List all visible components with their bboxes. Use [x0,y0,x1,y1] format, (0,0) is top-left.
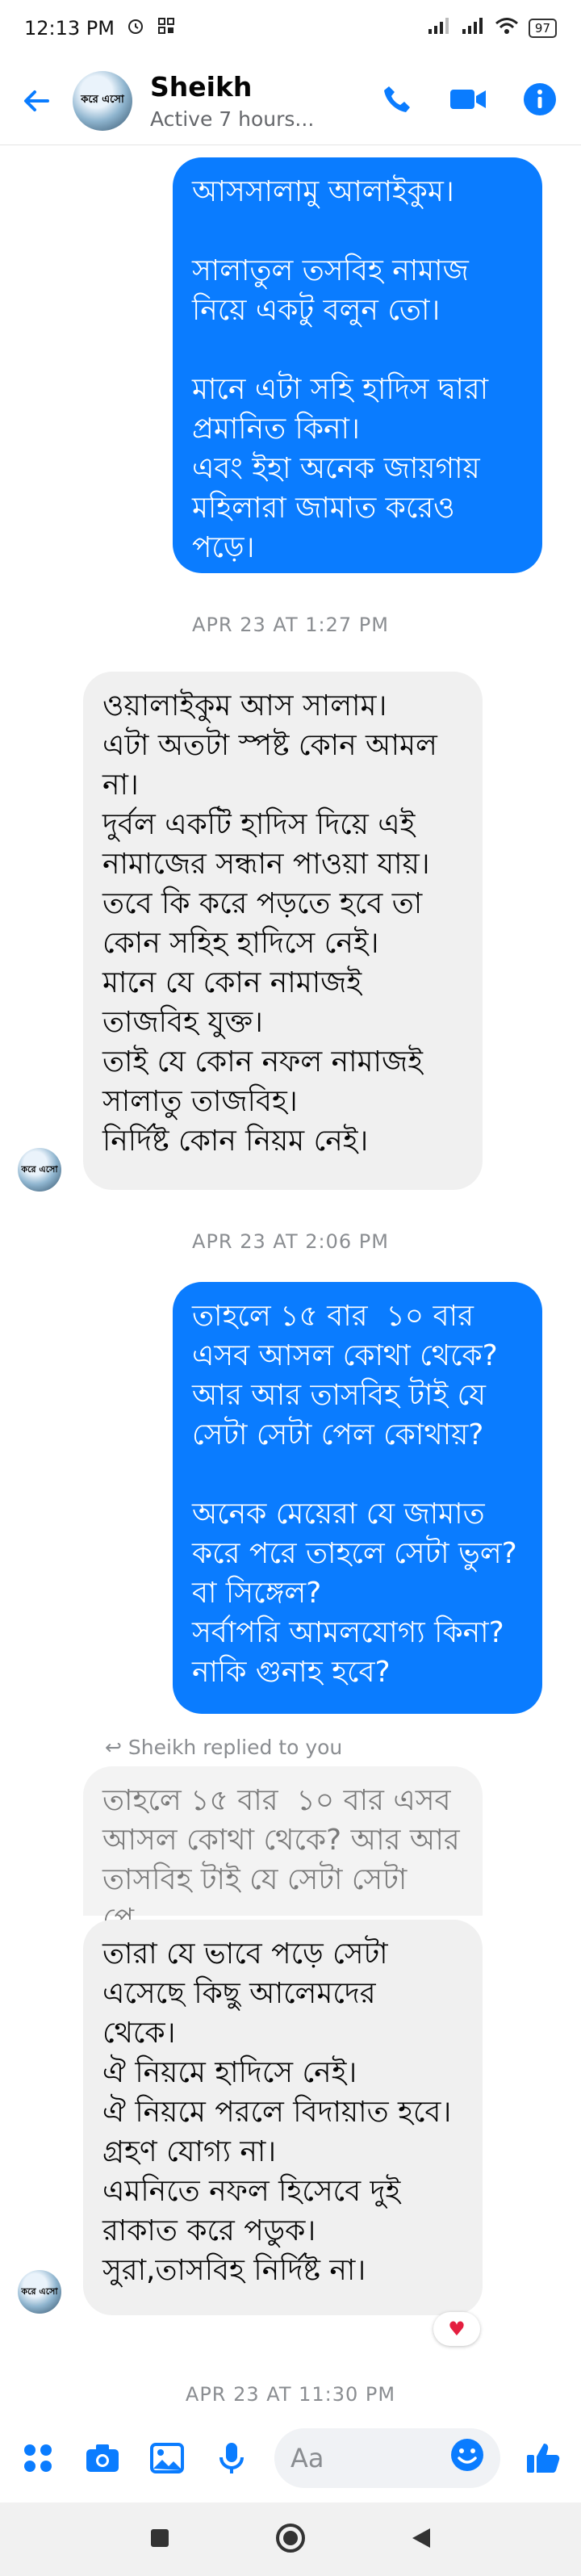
contact-name: Sheikh [150,70,253,103]
contact-status: Active 7 hours... [150,107,315,131]
more-actions-button[interactable] [16,2436,60,2480]
smiley-icon [451,2439,483,2471]
home-button[interactable] [274,2522,307,2557]
video-camera-icon [450,89,486,109]
emoji-button[interactable] [450,2438,484,2478]
camera-icon [86,2444,119,2472]
back-nav-button[interactable] [409,2526,433,2553]
signal-icon-2 [461,16,485,40]
sender-avatar[interactable]: করে এসো [18,1148,61,1192]
message-composer: Aa [0,2414,581,2503]
arrow-left-icon [24,90,49,111]
timestamp: APR 23 AT 1:27 PM [192,614,389,636]
sender-avatar[interactable]: করে এসো [18,2270,61,2314]
reply-indicator: ↩ Sheikh replied to you [105,1736,342,1759]
recent-apps-button[interactable] [148,2526,172,2553]
status-bar: 12:13 PM 97 [0,0,581,57]
reply-arrow-icon: ↩ [105,1736,128,1759]
like-button[interactable] [521,2436,565,2480]
image-icon [150,2443,184,2473]
battery-icon: 97 [528,19,557,38]
reply-note-text: Sheikh replied to you [127,1736,343,1759]
incoming-message[interactable]: তারা যে ভাবে পড়ে সেটা এসেছে কিছু আলেমদে… [83,1920,483,2315]
gallery-button[interactable] [145,2436,189,2480]
home-circle-icon [275,2523,305,2553]
conversation-header: করে এসো Sheikh Active 7 hours... [0,57,581,145]
microphone-button[interactable] [210,2436,253,2480]
signal-icon [427,16,451,40]
outgoing-message[interactable]: তাহলে ১৫ বার ১০ বার এসব আসল কোথা থেকে? আ… [173,1282,542,1714]
message-input[interactable]: Aa [274,2428,500,2488]
video-call-button[interactable] [449,85,487,117]
avatar[interactable]: করে এসো [73,70,132,131]
square-icon [151,2528,169,2547]
wifi-icon [495,16,519,40]
alarm-icon [126,16,145,40]
clock: 12:13 PM [24,17,115,40]
outgoing-message[interactable]: আসসালামু আলাইকুম। সালাতুল তসবিহ নামাজ নি… [173,157,542,573]
timestamp: APR 23 AT 2:06 PM [192,1230,389,1253]
back-button[interactable] [0,57,73,145]
system-navigation-bar [0,2503,581,2576]
timestamp: APR 23 AT 11:30 PM [185,2383,396,2406]
contact-info[interactable]: Sheikh Active 7 hours... [150,71,314,131]
phone-call-button[interactable] [381,83,413,119]
incoming-message[interactable]: ওয়ালাইকুম আস সালাম। এটা অতটা স্পষ্ট কোন… [83,672,483,1190]
heart-reaction[interactable]: ♥ [433,2312,480,2346]
info-button[interactable] [523,82,557,119]
thumbs-up-icon [527,2444,560,2473]
message-placeholder: Aa [290,2443,324,2473]
phone-icon [384,86,410,112]
info-icon [524,82,556,115]
grid-app-icon [157,16,176,40]
camera-button[interactable] [81,2436,124,2480]
four-dots-icon [24,2444,52,2472]
triangle-back-icon [412,2528,430,2548]
quoted-message[interactable]: তাহলে ১৫ বার ১০ বার এসব আসল কোথা থেকে? আ… [83,1766,483,1936]
microphone-icon [219,2443,244,2473]
